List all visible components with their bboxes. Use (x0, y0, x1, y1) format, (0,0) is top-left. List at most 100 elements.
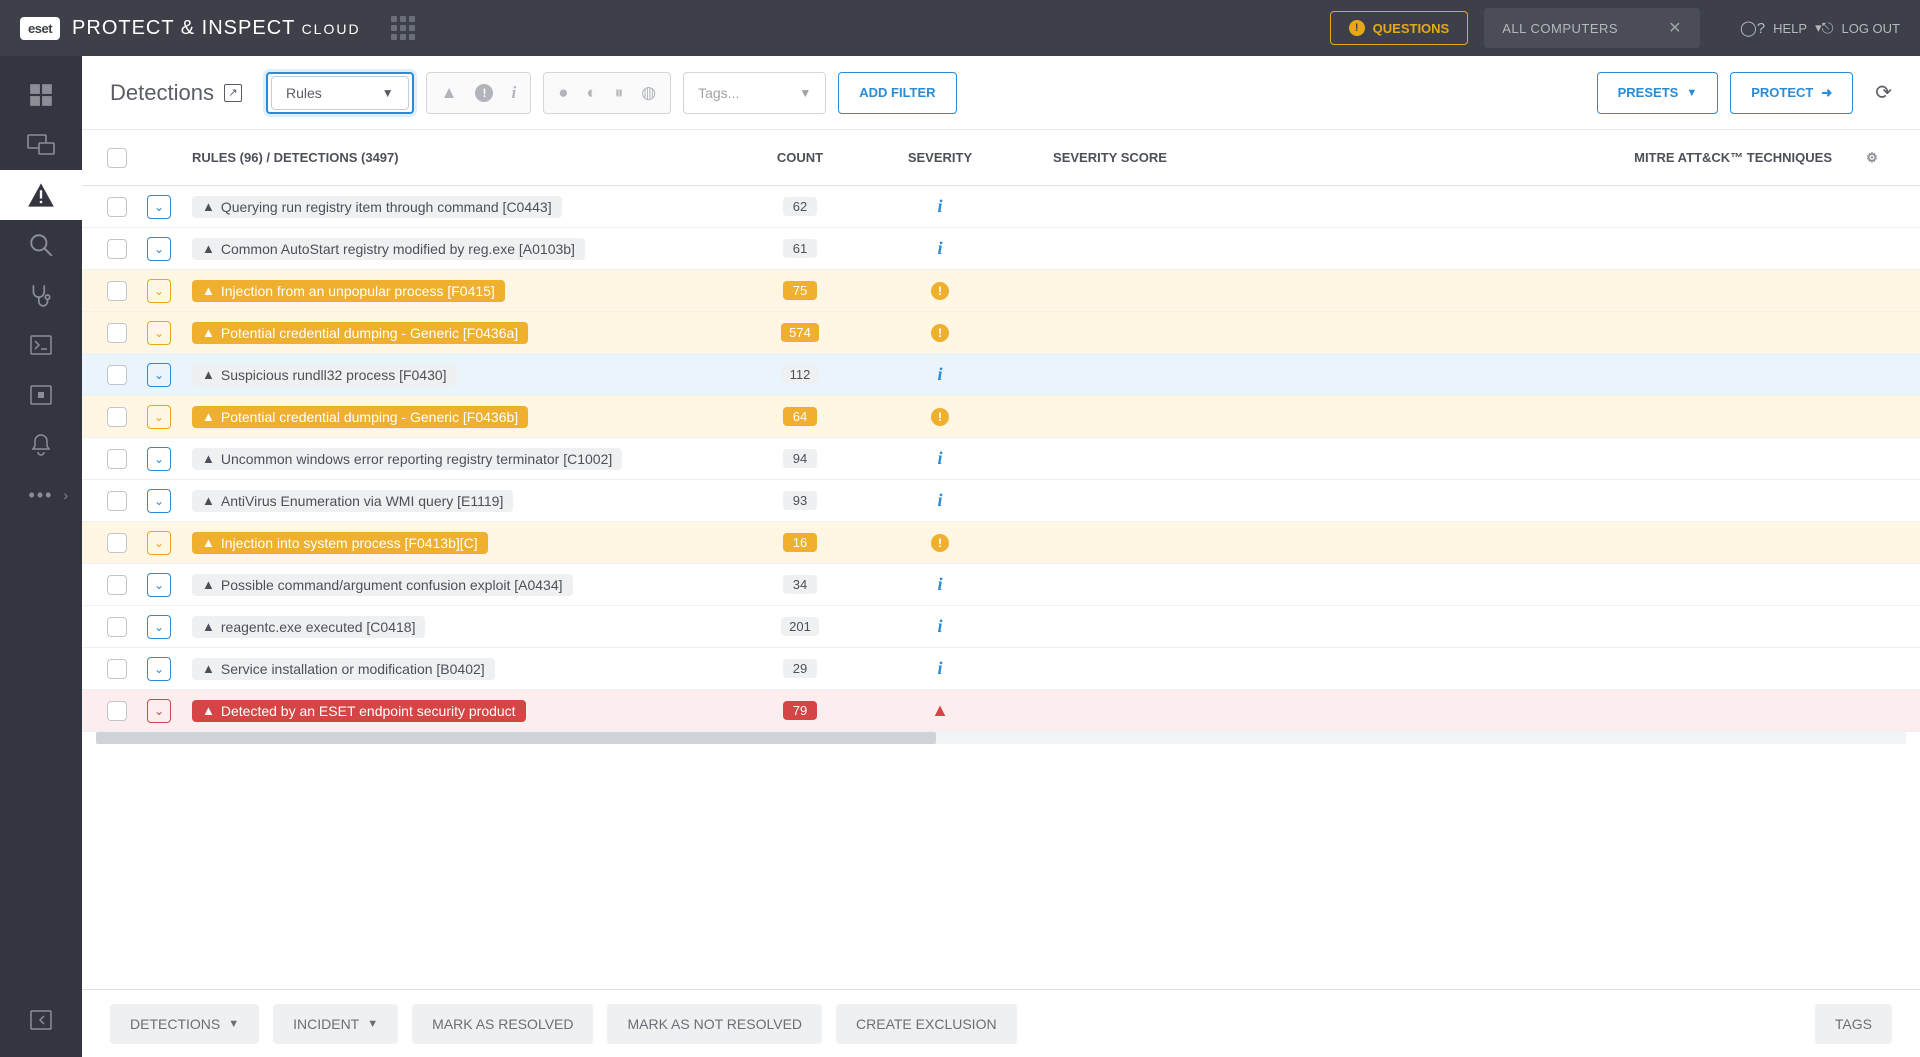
row-checkbox[interactable] (107, 617, 127, 637)
expand-row-button[interactable]: ⌄ (147, 699, 171, 723)
mark-resolved-button[interactable]: MARK AS RESOLVED (412, 1004, 593, 1044)
severity-info-icon: i (937, 574, 942, 594)
severity-warning-icon: ! (931, 282, 949, 300)
row-checkbox[interactable] (107, 575, 127, 595)
nav-detections[interactable] (0, 170, 82, 220)
nav-computers[interactable] (0, 120, 82, 170)
questions-button[interactable]: ! QUESTIONS (1330, 11, 1469, 45)
select-all-checkbox[interactable] (107, 148, 127, 168)
row-checkbox[interactable] (107, 365, 127, 385)
top-header: eset PROTECT & INSPECT CLOUD ! QUESTIONS… (0, 0, 1920, 56)
row-checkbox[interactable] (107, 491, 127, 511)
alert-triangle-icon: ▲ (202, 703, 215, 718)
threat-filter-icon[interactable]: ▲ (441, 83, 458, 103)
expand-row-button[interactable]: ⌄ (147, 489, 171, 513)
nav-more[interactable]: ••• › (0, 470, 82, 520)
close-icon[interactable]: ✕ (1668, 18, 1682, 38)
table-row[interactable]: ⌄ ▲ AntiVirus Enumeration via WMI query … (82, 480, 1920, 522)
rule-chip: ▲ Detected by an ESET endpoint security … (192, 700, 526, 722)
filter-field-select[interactable]: Rules ▼ (266, 72, 414, 114)
table-row[interactable]: ⌄ ▲ Injection into system process [F0413… (82, 522, 1920, 564)
table-row[interactable]: ⌄ ▲ reagentc.exe executed [C0418] 201 i (82, 606, 1920, 648)
help-link[interactable]: ◯? HELP ▾ (1740, 19, 1822, 37)
expand-row-button[interactable]: ⌄ (147, 573, 171, 597)
nav-reports[interactable] (0, 370, 82, 420)
expand-row-button[interactable]: ⌄ (147, 321, 171, 345)
row-checkbox[interactable] (107, 323, 127, 343)
mark-unresolved-button[interactable]: MARK AS NOT RESOLVED (607, 1004, 822, 1044)
status-blocked-icon[interactable]: ◍ (641, 83, 656, 103)
tags-button[interactable]: TAGS (1815, 1004, 1892, 1044)
expand-row-button[interactable]: ⌄ (147, 447, 171, 471)
alert-triangle-icon: ▲ (202, 619, 215, 634)
col-count[interactable]: COUNT (740, 150, 860, 165)
row-checkbox[interactable] (107, 239, 127, 259)
col-mitre[interactable]: MITRE ATT&CK™ TECHNIQUES (1200, 150, 1852, 165)
tags-input[interactable]: Tags... ▼ (683, 72, 826, 114)
expand-row-button[interactable]: ⌄ (147, 657, 171, 681)
table-row[interactable]: ⌄ ▲ Detected by an ESET endpoint securit… (82, 690, 1920, 732)
expand-row-button[interactable]: ⌄ (147, 237, 171, 261)
protect-button[interactable]: PROTECT ➜ (1730, 72, 1853, 114)
row-checkbox[interactable] (107, 407, 127, 427)
rule-chip: ▲ Suspicious rundll32 process [F0430] (192, 364, 457, 386)
page-title: Detections ↗ (110, 80, 242, 106)
expand-row-button[interactable]: ⌄ (147, 615, 171, 639)
incident-menu-button[interactable]: INCIDENT ▼ (273, 1004, 398, 1044)
info-filter-icon[interactable]: i (511, 83, 516, 103)
expand-row-button[interactable]: ⌄ (147, 405, 171, 429)
nav-terminal[interactable] (0, 320, 82, 370)
detections-menu-button[interactable]: DETECTIONS ▼ (110, 1004, 259, 1044)
status-active-icon[interactable]: ● (558, 83, 568, 103)
rule-name: Uncommon windows error reporting registr… (221, 451, 612, 467)
expand-row-button[interactable]: ⌄ (147, 279, 171, 303)
table-row[interactable]: ⌄ ▲ Service installation or modification… (82, 648, 1920, 690)
scope-chip[interactable]: ALL COMPUTERS ✕ (1484, 8, 1700, 48)
alert-triangle-icon: ▲ (202, 535, 215, 550)
row-checkbox[interactable] (107, 281, 127, 301)
logout-link[interactable]: ⎋ LOG OUT (1822, 20, 1900, 37)
horizontal-scrollbar[interactable] (96, 732, 1906, 744)
nav-dashboard[interactable] (0, 70, 82, 120)
warning-filter-icon[interactable]: ! (475, 84, 493, 102)
presets-button[interactable]: PRESETS ▼ (1597, 72, 1719, 114)
add-filter-label: ADD FILTER (859, 85, 935, 100)
severity-info-icon: i (937, 196, 942, 216)
table-row[interactable]: ⌄ ▲ Injection from an unpopular process … (82, 270, 1920, 312)
col-severity[interactable]: SEVERITY (860, 150, 1020, 165)
expand-row-button[interactable]: ⌄ (147, 531, 171, 555)
col-severity-score[interactable]: SEVERITY SCORE (1020, 150, 1200, 165)
footer-actions: DETECTIONS ▼ INCIDENT ▼ MARK AS RESOLVED… (82, 989, 1920, 1057)
refresh-icon[interactable]: ⟳ (1875, 80, 1892, 105)
row-checkbox[interactable] (107, 701, 127, 721)
table-row[interactable]: ⌄ ▲ Uncommon windows error reporting reg… (82, 438, 1920, 480)
row-checkbox[interactable] (107, 449, 127, 469)
table-row[interactable]: ⌄ ▲ Potential credential dumping - Gener… (82, 312, 1920, 354)
apps-grid-icon[interactable] (391, 16, 415, 40)
nav-diagnostics[interactable] (0, 270, 82, 320)
table-row[interactable]: ⌄ ▲ Possible command/argument confusion … (82, 564, 1920, 606)
table-row[interactable]: ⌄ ▲ Common AutoStart registry modified b… (82, 228, 1920, 270)
row-checkbox[interactable] (107, 533, 127, 553)
row-checkbox[interactable] (107, 197, 127, 217)
alert-triangle-icon: ▲ (202, 661, 215, 676)
nav-collapse[interactable] (0, 995, 82, 1045)
nav-search[interactable] (0, 220, 82, 270)
table-header: RULES (96) / DETECTIONS (3497) COUNT SEV… (82, 130, 1920, 186)
status-paused-icon[interactable]: ⏸ (615, 83, 624, 103)
status-resolved-icon[interactable]: ◐ (586, 83, 596, 103)
table-settings-icon[interactable]: ⚙ (1852, 150, 1892, 166)
table-row[interactable]: ⌄ ▲ Querying run registry item through c… (82, 186, 1920, 228)
table-row[interactable]: ⌄ ▲ Suspicious rundll32 process [F0430] … (82, 354, 1920, 396)
table-row[interactable]: ⌄ ▲ Potential credential dumping - Gener… (82, 396, 1920, 438)
nav-notifications[interactable] (0, 420, 82, 470)
expand-row-button[interactable]: ⌄ (147, 363, 171, 387)
chevron-down-icon: ▼ (382, 86, 394, 100)
expand-row-button[interactable]: ⌄ (147, 195, 171, 219)
row-checkbox[interactable] (107, 659, 127, 679)
popout-icon[interactable]: ↗ (224, 84, 242, 102)
severity-info-icon: i (937, 448, 942, 468)
add-filter-button[interactable]: ADD FILTER (838, 72, 956, 114)
col-rules[interactable]: RULES (96) / DETECTIONS (3497) (180, 150, 740, 165)
create-exclusion-button[interactable]: CREATE EXCLUSION (836, 1004, 1017, 1044)
